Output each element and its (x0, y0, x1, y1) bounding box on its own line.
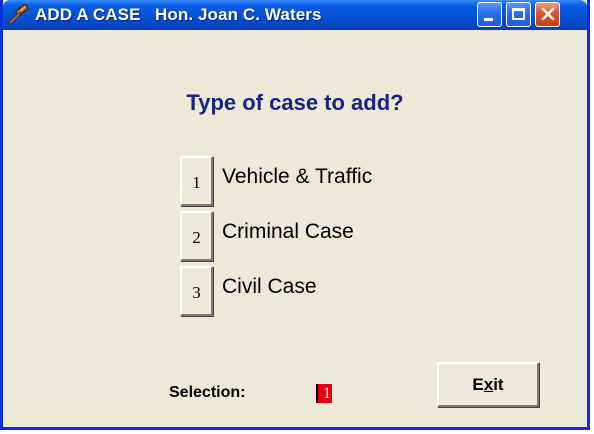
maximize-button[interactable] (506, 2, 531, 27)
add-case-window: ADD A CASE Hon. Joan C. Waters Type of c… (0, 0, 590, 430)
option-2-label: Criminal Case (222, 220, 354, 243)
exit-button[interactable]: Exit (437, 362, 539, 407)
minimize-icon (484, 18, 493, 21)
option-3-label: Civil Case (222, 275, 317, 298)
exit-label-pre: E (472, 375, 484, 394)
close-button[interactable] (535, 2, 560, 27)
selection-input[interactable]: 1 (316, 384, 332, 403)
minimize-button[interactable] (477, 2, 502, 27)
gavel-icon (8, 4, 29, 25)
prompt-heading: Type of case to add? (186, 90, 404, 115)
title-bar[interactable]: ADD A CASE Hon. Joan C. Waters (3, 0, 587, 30)
selection-label: Selection: (169, 384, 246, 401)
option-3-button[interactable]: 3 (180, 266, 213, 316)
exit-label-post: it (493, 375, 504, 394)
option-1-label: Vehicle & Traffic (222, 165, 373, 188)
exit-accelerator-key: x (483, 375, 494, 394)
maximize-icon (512, 8, 525, 20)
window-title: ADD A CASE Hon. Joan C. Waters (35, 5, 322, 24)
option-1-button[interactable]: 1 (180, 156, 213, 206)
close-icon (541, 7, 555, 21)
text-caret (316, 384, 318, 403)
option-2-button[interactable]: 2 (180, 211, 213, 261)
